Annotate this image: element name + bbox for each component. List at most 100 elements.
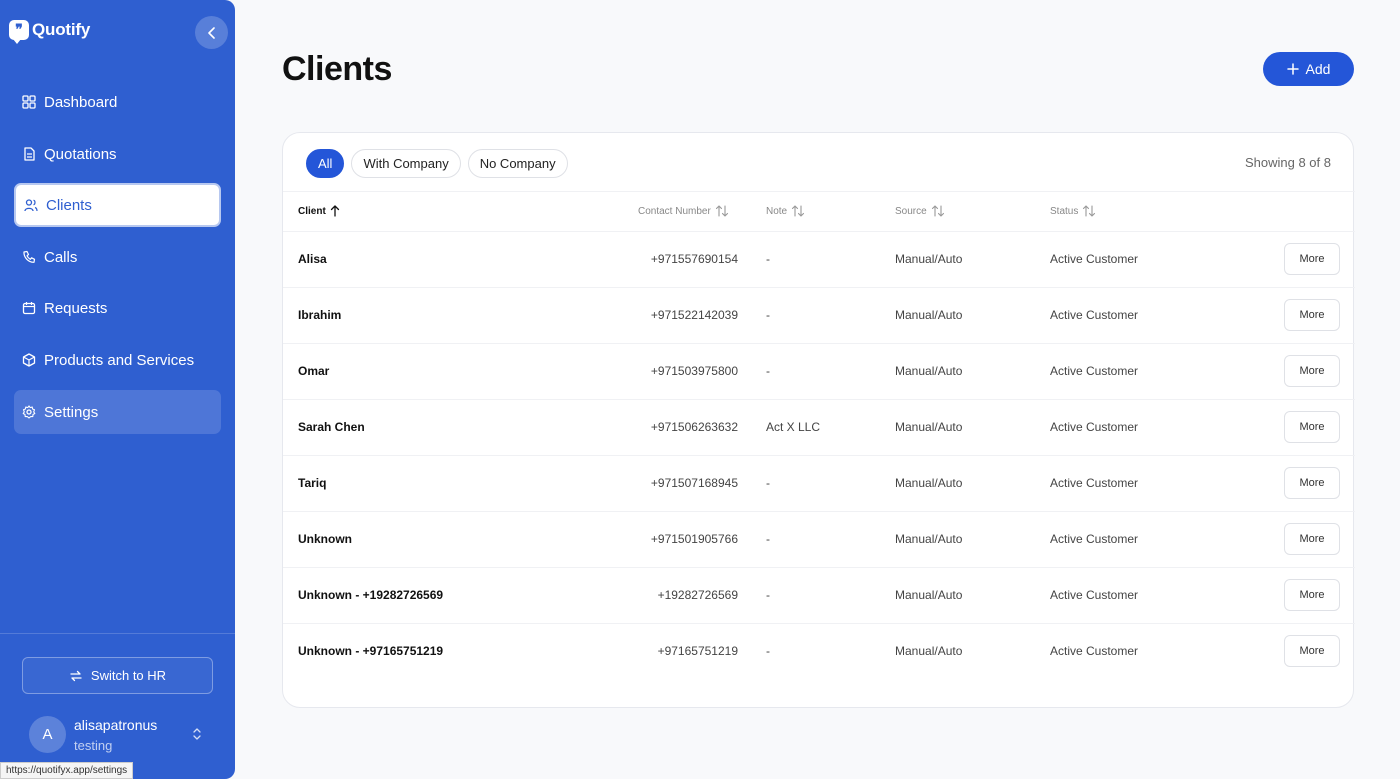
client-name: Sarah Chen (298, 420, 365, 434)
source: Manual/Auto (895, 252, 963, 266)
sidebar-item-label: Clients (46, 196, 92, 214)
sidebar-item-calls[interactable]: Calls (14, 235, 221, 279)
table-row[interactable]: Unknown - +97165751219 +97165751219 - Ma… (283, 624, 1355, 680)
page-title: Clients (282, 50, 392, 88)
switch-to-hr-button[interactable]: Switch to HR (22, 657, 213, 694)
column-note[interactable]: Note (766, 205, 805, 217)
filter-all[interactable]: All (306, 149, 345, 178)
switch-arrows-icon (70, 670, 82, 681)
column-label: Status (1050, 205, 1079, 217)
more-button[interactable]: More (1284, 411, 1340, 443)
sort-icon (792, 205, 805, 217)
note: - (766, 532, 770, 546)
note: - (766, 476, 770, 490)
user-menu[interactable]: A alisapatronus testing (29, 715, 219, 755)
sort-ascending-icon (330, 205, 339, 217)
table-row[interactable]: Unknown +971501905766 - Manual/Auto Acti… (283, 512, 1355, 568)
source: Manual/Auto (895, 644, 963, 658)
status: Active Customer (1050, 644, 1139, 658)
more-button[interactable]: More (1284, 243, 1340, 275)
column-client[interactable]: Client (298, 205, 340, 217)
add-button-label: Add (1305, 61, 1331, 77)
contact-number: +971501905766 (650, 532, 738, 546)
contact-number: +19282726569 (657, 588, 738, 602)
sort-icon (1083, 205, 1096, 217)
more-button[interactable]: More (1284, 579, 1340, 611)
app-name: Quotify (32, 20, 91, 39)
table-row[interactable]: Sarah Chen +971506263632 Act X LLC Manua… (283, 400, 1355, 456)
sidebar-item-quotations[interactable]: Quotations (14, 132, 221, 176)
column-label: Source (895, 205, 927, 217)
source: Manual/Auto (895, 308, 963, 322)
note: Act X LLC (766, 420, 821, 434)
sidebar-item-label: Quotations (44, 145, 117, 163)
note: - (766, 252, 770, 266)
client-name: Unknown - +19282726569 (298, 588, 444, 602)
filter-no-company[interactable]: No Company (467, 149, 568, 178)
sidebar-item-label: Dashboard (44, 93, 118, 111)
status: Active Customer (1050, 476, 1139, 490)
note: - (766, 364, 770, 378)
column-status[interactable]: Status (1050, 205, 1096, 217)
user-subtitle: testing (74, 738, 113, 753)
clients-card: All With Company No Company Showing 8 of… (282, 132, 1355, 708)
more-button[interactable]: More (1284, 523, 1340, 555)
sidebar-item-clients[interactable]: Clients (14, 183, 221, 227)
dashboard-grid-icon (22, 95, 36, 109)
phone-icon (23, 250, 36, 263)
client-name: Alisa (298, 252, 327, 266)
sidebar-item-requests[interactable]: Requests (14, 286, 221, 330)
note: - (766, 588, 770, 602)
source: Manual/Auto (895, 476, 963, 490)
user-name: alisapatronus (74, 717, 158, 733)
source: Manual/Auto (895, 588, 963, 602)
client-name: Tariq (298, 476, 327, 490)
client-name: Omar (298, 364, 330, 378)
source: Manual/Auto (895, 364, 963, 378)
box-icon (22, 353, 36, 367)
document-icon (24, 147, 35, 161)
sort-icon (715, 205, 728, 217)
client-name: Unknown (298, 532, 352, 546)
sidebar-divider (0, 633, 235, 634)
switch-to-hr-label: Switch to HR (90, 668, 167, 683)
plus-icon (1286, 63, 1299, 75)
table-row[interactable]: Omar +971503975800 - Manual/Auto Active … (283, 344, 1355, 400)
sidebar-item-label: Calls (44, 248, 78, 266)
contact-number: +971503975800 (650, 364, 738, 378)
more-button[interactable]: More (1284, 355, 1340, 387)
column-label: Client (298, 205, 326, 217)
note: - (766, 308, 770, 322)
chevron-left-icon (207, 26, 215, 39)
table-row[interactable]: Alisa +971557690154 - Manual/Auto Active… (283, 232, 1355, 288)
showing-count: Showing 8 of 8 (1244, 155, 1331, 170)
more-button[interactable]: More (1284, 299, 1340, 331)
add-client-button[interactable]: Add (1263, 52, 1354, 86)
column-contact-number[interactable]: Contact Number (638, 205, 729, 217)
contact-number: +971506263632 (650, 420, 738, 434)
filter-with-company[interactable]: With Company (351, 149, 461, 178)
table-row[interactable]: Ibrahim +971522142039 - Manual/Auto Acti… (283, 288, 1355, 344)
status: Active Customer (1050, 420, 1139, 434)
table-header: Client Contact Number Note Source Status (283, 191, 1355, 232)
table-row[interactable]: Tariq +971507168945 - Manual/Auto Active… (283, 456, 1355, 512)
column-source[interactable]: Source (895, 205, 945, 217)
sidebar-item-settings[interactable]: Settings (14, 390, 221, 434)
column-label: Contact Number (638, 205, 711, 217)
app-logo[interactable]: ❞ Quotify (9, 20, 91, 44)
sidebar-item-label: Requests (44, 299, 108, 317)
status-bar-url: https://quotifyx.app/settings (0, 762, 134, 779)
collapse-sidebar-button[interactable] (195, 16, 228, 49)
status: Active Customer (1050, 588, 1139, 602)
sort-icon (931, 205, 944, 217)
status: Active Customer (1050, 252, 1139, 266)
sidebar-item-dashboard[interactable]: Dashboard (14, 80, 221, 124)
contact-number: +971522142039 (650, 308, 738, 322)
sidebar-item-products-and-services[interactable]: Products and Services (14, 338, 221, 382)
table-row[interactable]: Unknown - +19282726569 +19282726569 - Ma… (283, 568, 1355, 624)
client-name: Ibrahim (298, 308, 342, 322)
more-button[interactable]: More (1284, 635, 1340, 667)
source: Manual/Auto (895, 420, 963, 434)
contact-number: +97165751219 (657, 644, 738, 658)
more-button[interactable]: More (1284, 467, 1340, 499)
